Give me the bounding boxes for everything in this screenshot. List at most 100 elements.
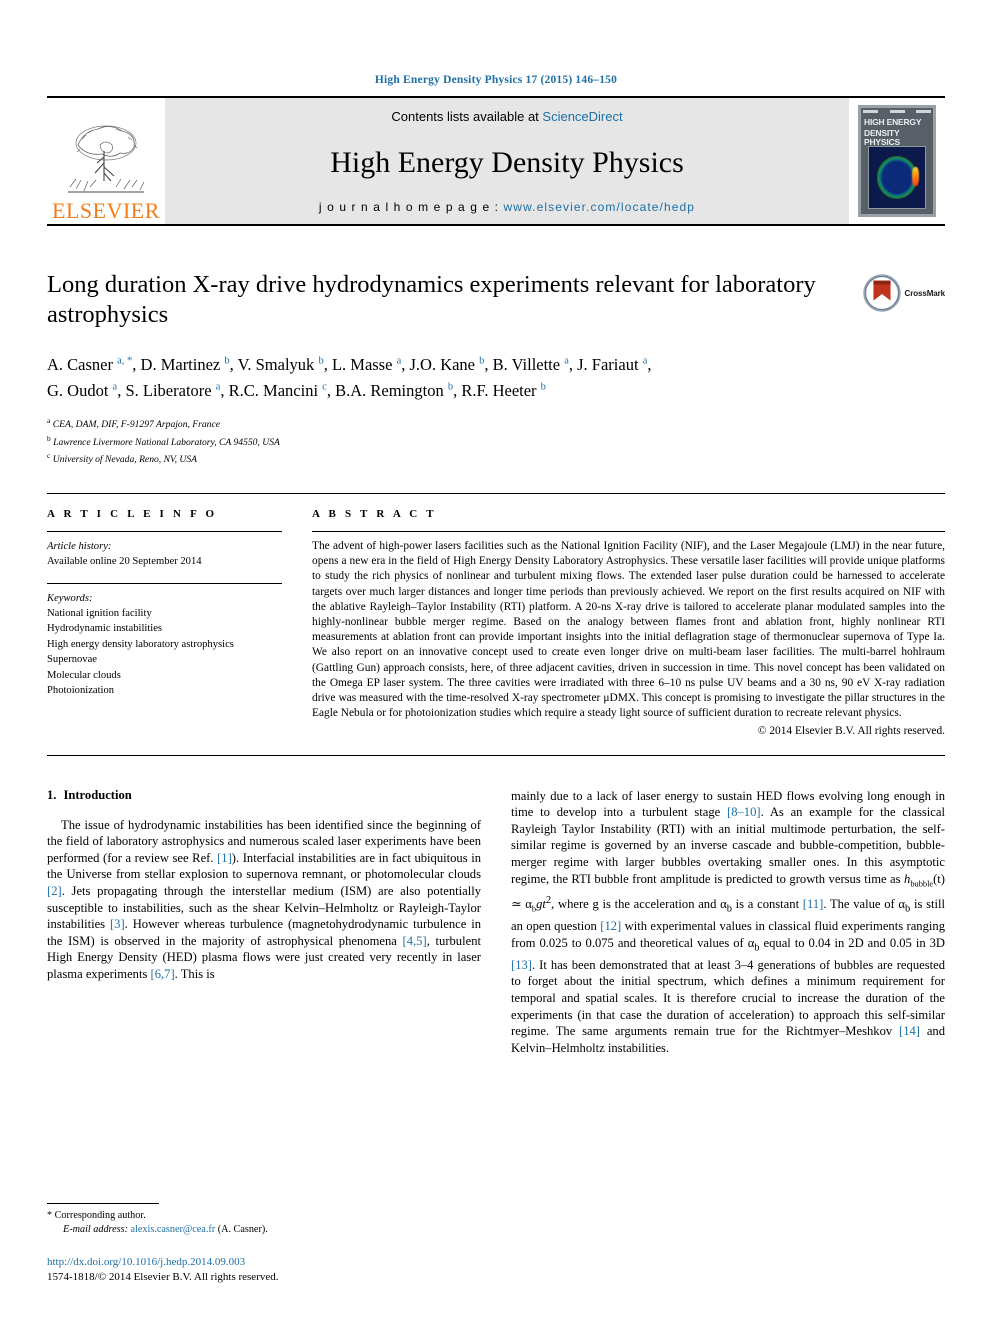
author-entry: D. Martinez b, xyxy=(140,354,238,374)
elsevier-wordmark: ELSEVIER xyxy=(52,198,160,223)
abstract-text: The advent of high-power lasers faciliti… xyxy=(312,540,945,720)
cover-art: HIGH ENERGY DENSITY PHYSICS xyxy=(861,108,933,214)
section-heading-introduction: 1. Introduction xyxy=(47,788,481,803)
keyword-item: National ignition facility xyxy=(47,608,152,620)
keyword-item: Supernovae xyxy=(47,654,98,666)
abstract-heading: A B S T R A C T xyxy=(312,508,437,521)
citation-link[interactable]: [3] xyxy=(110,917,125,931)
journal-homepage-line: j o u r n a l h o m e p a g e : www.else… xyxy=(319,200,695,214)
citation-link[interactable]: [14] xyxy=(899,1024,920,1038)
homepage-label: j o u r n a l h o m e p a g e : xyxy=(318,200,504,214)
crossmark-label: CrossMark xyxy=(904,288,946,298)
running-head: High Energy Density Physics 17 (2015) 14… xyxy=(374,74,618,86)
body-columns: 1. Introduction The issue of hydrodynamic… xyxy=(47,788,945,1057)
email-label: E-mail address: xyxy=(63,1224,128,1235)
cover-plasma-blob xyxy=(876,155,918,200)
email-suffix: (A. Casner). xyxy=(215,1224,268,1235)
affiliation-item: a CEA, DAM, DIF, F-91297 Arpajon, France xyxy=(47,416,220,431)
contents-prefix: Contents lists available at xyxy=(391,109,543,124)
divider xyxy=(47,531,282,533)
article-history-label: Article history: xyxy=(47,541,112,553)
journal-title: High Energy Density Physics xyxy=(330,145,684,179)
author-entry: L. Masse a, xyxy=(331,354,410,374)
author-entry: R.C. Mancini c, xyxy=(228,381,336,400)
author-entry: B. Villette a, xyxy=(492,354,578,374)
text-run: equal to 0.04 in 2D and 0.05 in 3D xyxy=(759,935,945,950)
text-run: . The value of α xyxy=(823,896,906,911)
elsevier-tree-icon xyxy=(68,125,145,193)
paper-page: High Energy Density Physics 17 (2015) 14… xyxy=(0,0,992,1323)
page-title: Long duration X-ray drive hydrodynamics … xyxy=(47,271,816,328)
affiliation-list: a CEA, DAM, DIF, F-91297 Arpajon, France… xyxy=(47,414,945,467)
journal-cover-thumbnail: HIGH ENERGY DENSITY PHYSICS xyxy=(849,98,945,224)
affiliation-item: b Lawrence Livermore National Laboratory… xyxy=(47,433,280,448)
page-footer: * Corresponding author. E-mail address: … xyxy=(47,1203,477,1285)
journal-masthead: ELSEVIER Contents lists available at Sci… xyxy=(47,96,945,226)
citation-link[interactable]: [8–10] xyxy=(727,805,761,819)
keyword-item: Hydrodynamic instabilities xyxy=(47,623,163,635)
author-entry: S. Liberatore a, xyxy=(125,381,229,400)
cover-title-line-1: HIGH ENERGY xyxy=(864,117,922,127)
citation-link[interactable]: [13] xyxy=(511,958,532,972)
cover-topbar xyxy=(861,108,933,117)
text-run: , where g is the acceleration and α xyxy=(551,896,727,911)
keyword-item: Photoionization xyxy=(47,685,115,697)
author-entry: V. Smalyuk b, xyxy=(237,354,332,374)
citation-link[interactable]: [2] xyxy=(47,884,62,898)
doi-link[interactable]: http://dx.doi.org/10.1016/j.hedp.2014.09… xyxy=(47,1255,477,1270)
text-run: is a constant xyxy=(731,896,803,911)
info-abstract-block: A R T I C L E I N F O Article history: A… xyxy=(47,493,945,739)
affiliation-text: Lawrence Livermore National Laboratory, … xyxy=(53,436,280,448)
corresponding-author-note: * Corresponding author. xyxy=(47,1210,146,1221)
author-entry: G. Oudot a, xyxy=(47,381,126,400)
author-entry: R.F. Heeter b xyxy=(461,381,546,400)
crossmark-badge[interactable]: CrossMark xyxy=(862,270,946,312)
issn-copyright: 1574-1818/© 2014 Elsevier B.V. All right… xyxy=(47,1271,279,1283)
text-run: . It has been demonstrated that at least… xyxy=(511,957,945,1039)
text-run: . This is xyxy=(174,967,215,982)
elsevier-logo: ELSEVIER xyxy=(47,98,165,224)
keywords-label: Keywords: xyxy=(47,593,93,605)
crossmark-icon xyxy=(862,274,901,312)
abstract-copyright: © 2014 Elsevier B.V. All rights reserved… xyxy=(757,724,945,737)
footnote-rule xyxy=(47,1203,159,1204)
divider xyxy=(47,754,945,756)
body-column-right: mainly due to a lack of laser energy to … xyxy=(511,788,945,1057)
author-entry: A. Casner a, *, xyxy=(47,354,141,374)
section-number: 1. xyxy=(47,787,57,802)
article-info-column: A R T I C L E I N F O Article history: A… xyxy=(47,508,312,739)
keyword-item: Molecular clouds xyxy=(47,669,121,681)
intro-paragraph-left: The issue of hydrodynamic instabilities … xyxy=(47,817,481,983)
keyword-list: National ignition facility Hydrodynamic … xyxy=(47,606,282,698)
formula-subscript: bubble xyxy=(910,879,934,889)
email-note: E-mail address: alexis.casner@cea.fr (A.… xyxy=(47,1223,477,1237)
citation-link[interactable]: [12] xyxy=(600,919,621,933)
formula-tail: gt xyxy=(536,896,546,911)
abstract-column: A B S T R A C T The advent of high-power… xyxy=(312,508,945,739)
cover-plasma-image xyxy=(868,146,926,209)
cover-title-line-2: DENSITY PHYSICS xyxy=(864,127,900,147)
cover-frame: HIGH ENERGY DENSITY PHYSICS xyxy=(858,105,936,217)
article-history-value: Available online 20 September 2014 xyxy=(47,556,202,568)
author-entry: J. Fariaut a, xyxy=(577,354,652,374)
author-list: A. Casner a, *, D. Martinez b, V. Smalyu… xyxy=(47,349,945,402)
affiliation-text: University of Nevada, Reno, NV, USA xyxy=(52,454,197,466)
affiliation-item: c University of Nevada, Reno, NV, USA xyxy=(47,451,197,466)
citation-link[interactable]: [1] xyxy=(217,851,232,865)
divider xyxy=(312,531,945,533)
masthead-center: Contents lists available at ScienceDirec… xyxy=(165,98,849,224)
email-link[interactable]: alexis.casner@cea.fr xyxy=(131,1224,216,1235)
affiliation-text: CEA, DAM, DIF, F-91297 Arpajon, France xyxy=(52,419,220,431)
intro-paragraph-right: mainly due to a lack of laser energy to … xyxy=(511,788,945,1057)
author-entry: J.O. Kane b, xyxy=(409,354,493,374)
contents-available-line: Contents lists available at ScienceDirec… xyxy=(391,109,622,124)
citation-link[interactable]: [6,7] xyxy=(151,967,175,981)
citation-link[interactable]: [11] xyxy=(803,897,824,911)
sciencedirect-link[interactable]: ScienceDirect xyxy=(542,109,622,124)
body-column-left: 1. Introduction The issue of hydrodynamic… xyxy=(47,788,481,1057)
title-row: Long duration X-ray drive hydrodynamics … xyxy=(47,226,945,330)
article-info-heading: A R T I C L E I N F O xyxy=(47,508,218,521)
divider xyxy=(47,583,282,585)
homepage-link[interactable]: www.elsevier.com/locate/hedp xyxy=(504,200,696,214)
citation-link[interactable]: [4,5] xyxy=(403,934,427,948)
